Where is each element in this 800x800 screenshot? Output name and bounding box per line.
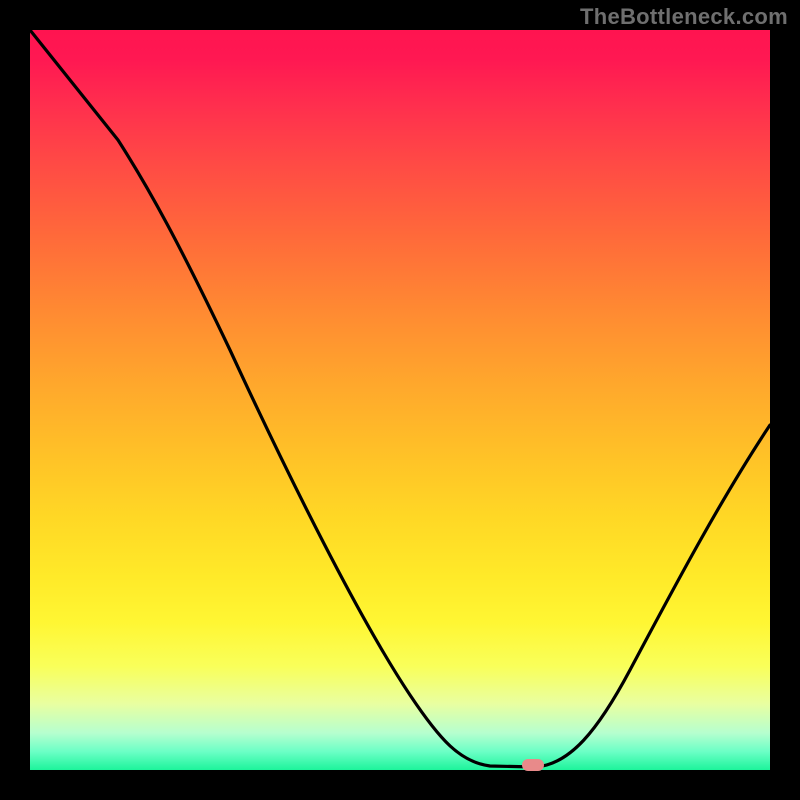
minimum-marker (522, 759, 544, 771)
bottleneck-curve (30, 30, 770, 770)
watermark-label: TheBottleneck.com (580, 4, 788, 30)
chart-stage: TheBottleneck.com (0, 0, 800, 800)
curve-path (30, 30, 770, 767)
plot-area (30, 30, 770, 770)
